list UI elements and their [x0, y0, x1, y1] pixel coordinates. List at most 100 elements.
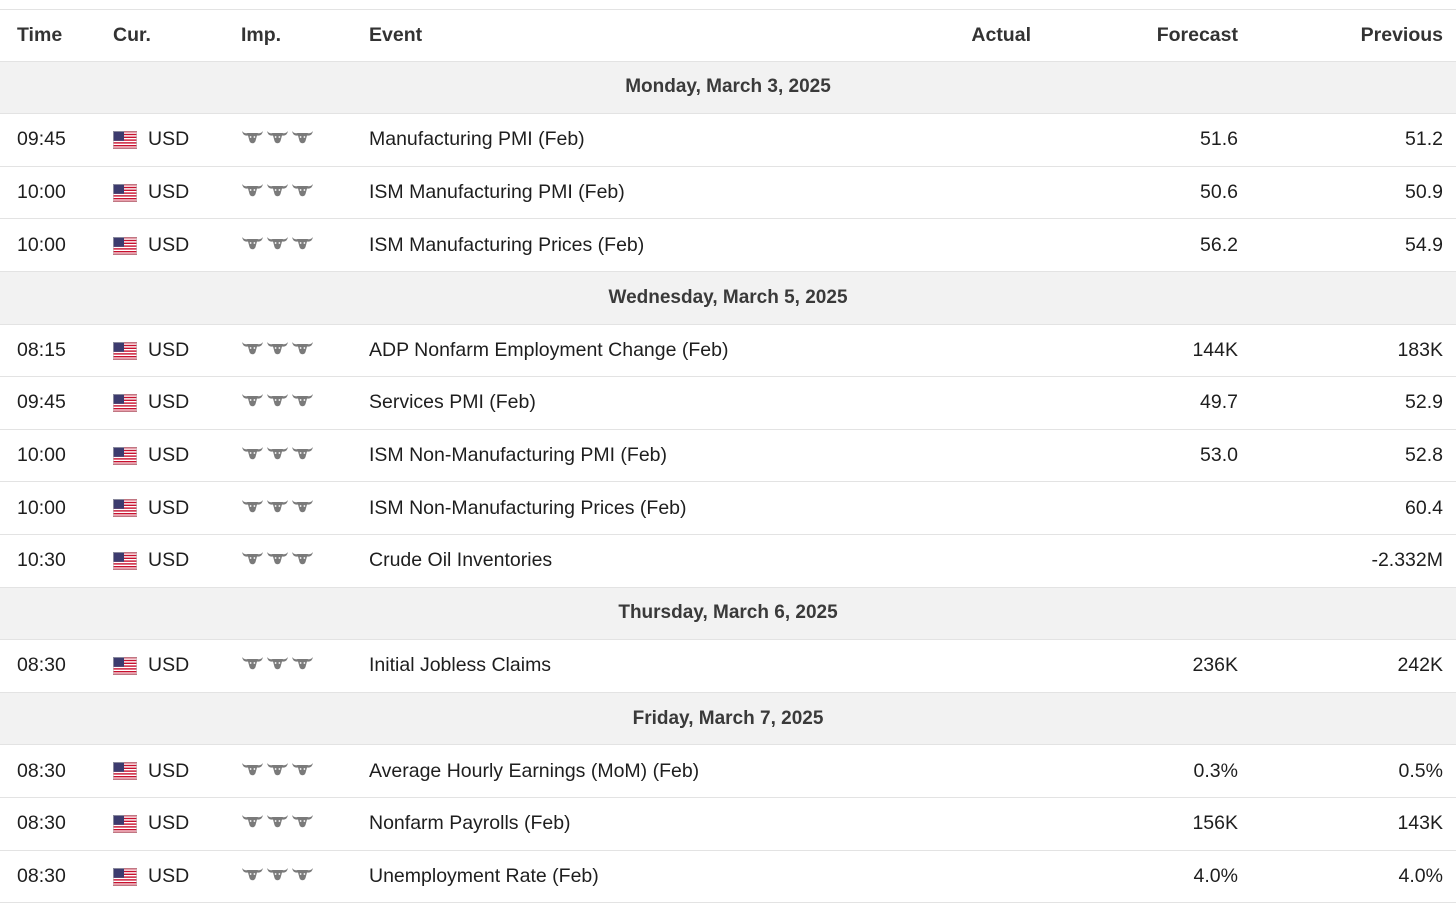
forecast-value: 4.0% [1193, 864, 1238, 887]
previous-value: 60.4 [1405, 496, 1443, 519]
day-header-row: Friday, March 7, 2025 [0, 692, 1456, 746]
event-time: 10:30 [17, 549, 66, 572]
event-name[interactable]: Nonfarm Payrolls (Feb) [369, 798, 571, 850]
us-flag-icon [113, 812, 137, 835]
currency-code: USD [148, 391, 190, 414]
event-row[interactable]: 10:30 USD Crude Oil Inventories -2.332M [0, 535, 1456, 588]
actual-value [900, 167, 1031, 219]
header-forecast[interactable]: Forecast [1100, 10, 1238, 61]
us-flag-icon [113, 497, 137, 520]
actual-value [900, 114, 1031, 166]
us-flag-icon [113, 654, 137, 677]
header-event[interactable]: Event [369, 10, 422, 61]
event-row[interactable]: 09:45 USD Manufacturing PMI (Feb) 51.6 51.… [0, 114, 1456, 167]
bull-icon [291, 812, 314, 835]
event-row[interactable]: 08:30 USD Average Hourly Earnings (MoM) … [0, 745, 1456, 798]
bull-icon [266, 760, 289, 783]
previous-value: 143K [1397, 812, 1443, 835]
event-name[interactable]: Crude Oil Inventories [369, 535, 552, 587]
event-name[interactable]: ISM Manufacturing PMI (Feb) [369, 167, 625, 219]
us-flag-icon [113, 760, 137, 783]
bull-icon [291, 549, 314, 572]
bull-icon [266, 497, 289, 520]
previous-value: -2.332M [1371, 549, 1443, 572]
event-row[interactable]: 09:45 USD Services PMI (Feb) 49.7 52.9 [0, 377, 1456, 430]
forecast-value: 50.6 [1200, 181, 1238, 204]
forecast-value: 56.2 [1200, 233, 1238, 256]
actual-value [900, 377, 1031, 429]
event-name[interactable]: ISM Manufacturing Prices (Feb) [369, 219, 644, 271]
bull-icon [241, 549, 264, 572]
header-previous[interactable]: Previous [1290, 10, 1443, 61]
currency-cell: USD [113, 851, 189, 903]
bull-icon [266, 234, 289, 257]
actual-value [900, 745, 1031, 797]
bull-icon [241, 865, 264, 888]
previous-value: 50.9 [1405, 181, 1443, 204]
currency-code: USD [148, 654, 190, 677]
previous-value: 52.8 [1405, 444, 1443, 467]
actual-value [900, 798, 1031, 850]
event-time: 09:45 [17, 128, 66, 151]
bull-icon [241, 444, 264, 467]
currency-cell: USD [113, 430, 189, 482]
bull-icon [266, 865, 289, 888]
bull-icon [291, 391, 314, 414]
event-time: 08:15 [17, 338, 66, 361]
importance-indicator [241, 482, 314, 534]
actual-value [900, 640, 1031, 692]
currency-cell: USD [113, 377, 189, 429]
bull-icon [241, 234, 264, 257]
bull-icon [266, 549, 289, 572]
event-name[interactable]: Average Hourly Earnings (MoM) (Feb) [369, 745, 699, 797]
day-header-row: Thursday, March 6, 2025 [0, 587, 1456, 641]
previous-value: 242K [1397, 654, 1443, 677]
event-row[interactable]: 10:00 USD ISM Manufacturing Prices (Feb)… [0, 219, 1456, 272]
event-name[interactable]: Services PMI (Feb) [369, 377, 536, 429]
currency-cell: USD [113, 325, 189, 377]
header-time[interactable]: Time [17, 10, 62, 61]
currency-cell: USD [113, 219, 189, 271]
importance-indicator [241, 851, 314, 903]
event-name[interactable]: ADP Nonfarm Employment Change (Feb) [369, 325, 728, 377]
bull-icon [241, 497, 264, 520]
event-row[interactable]: 08:30 USD Nonfarm Payrolls (Feb) 156K 143K [0, 798, 1456, 851]
bull-icon [291, 497, 314, 520]
bull-icon [291, 234, 314, 257]
previous-value: 4.0% [1398, 864, 1443, 887]
event-row[interactable]: 10:00 USD ISM Non-Manufacturing Prices (… [0, 482, 1456, 535]
header-actual[interactable]: Actual [900, 10, 1031, 61]
bull-icon [241, 760, 264, 783]
bull-icon [241, 128, 264, 151]
event-name[interactable]: Manufacturing PMI (Feb) [369, 114, 585, 166]
event-name[interactable]: Initial Jobless Claims [369, 640, 551, 692]
previous-value: 54.9 [1405, 233, 1443, 256]
event-name[interactable]: ISM Non-Manufacturing PMI (Feb) [369, 430, 667, 482]
header-importance[interactable]: Imp. [241, 10, 281, 61]
event-name[interactable]: ISM Non-Manufacturing Prices (Feb) [369, 482, 687, 534]
bull-icon [291, 128, 314, 151]
event-name[interactable]: Unemployment Rate (Feb) [369, 851, 599, 903]
us-flag-icon [113, 339, 137, 362]
event-time: 10:00 [17, 496, 66, 519]
header-currency[interactable]: Cur. [113, 10, 151, 61]
event-time: 08:30 [17, 864, 66, 887]
table-body: Monday, March 3, 2025 09:45 USD Manufactu… [0, 61, 1456, 904]
day-label: Wednesday, March 5, 2025 [608, 286, 848, 308]
currency-code: USD [148, 338, 190, 361]
event-time: 10:00 [17, 181, 66, 204]
us-flag-icon [113, 549, 137, 572]
actual-value [900, 535, 1031, 587]
event-time: 08:30 [17, 812, 66, 835]
event-row[interactable]: 10:00 USD ISM Non-Manufacturing PMI (Feb… [0, 430, 1456, 483]
currency-cell: USD [113, 798, 189, 850]
currency-cell: USD [113, 482, 189, 534]
currency-code: USD [148, 444, 190, 467]
bull-icon [241, 339, 264, 362]
event-row[interactable]: 10:00 USD ISM Manufacturing PMI (Feb) 50.… [0, 167, 1456, 220]
event-row[interactable]: 08:30 USD Unemployment Rate (Feb) 4.0% 4.0… [0, 851, 1456, 904]
event-row[interactable]: 08:15 USD ADP Nonfarm Employment Change … [0, 325, 1456, 378]
event-row[interactable]: 08:30 USD Initial Jobless Claims 236K 242K [0, 640, 1456, 693]
bull-icon [266, 128, 289, 151]
bull-icon [266, 444, 289, 467]
